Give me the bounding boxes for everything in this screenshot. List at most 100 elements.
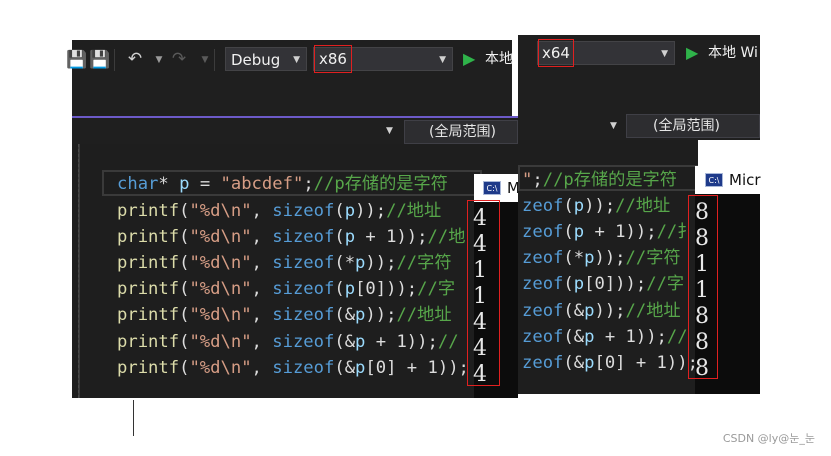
code-token: //地: [427, 227, 466, 247]
code-token: (&: [334, 358, 356, 378]
code-line: printf("%d\n", sizeof(*p));//字符: [117, 250, 452, 276]
redo-dropdown-icon[interactable]: ▼: [196, 50, 214, 70]
code-token: (&: [563, 301, 585, 321]
code-token: "%d\n": [189, 253, 252, 273]
scope-combo-x64[interactable]: (全局范围): [626, 114, 760, 138]
code-token: (*: [334, 253, 356, 273]
code-token: //字符: [396, 253, 452, 273]
run-button-label[interactable]: 本地 Wi: [708, 41, 760, 65]
code-token: p: [573, 222, 585, 242]
text-cursor-line: [133, 400, 134, 436]
code-token: printf: [117, 305, 180, 325]
play-icon[interactable]: ▶: [463, 47, 475, 71]
code-token: ,: [251, 201, 273, 221]
code-line: zeof(p[0]));//字: [522, 271, 684, 297]
console-output-line: 4: [473, 206, 487, 231]
code-token: (&: [563, 353, 585, 373]
code-line: printf("%d\n", sizeof(p + 1));//地: [117, 224, 465, 250]
code-token: //p存储的是字符: [542, 170, 677, 190]
code-token: zeof: [522, 327, 564, 347]
configuration-combo[interactable]: Debug ▼: [225, 47, 307, 71]
console-titlebar[interactable]: C:\ Micr: [695, 166, 761, 194]
run-button-label[interactable]: 本地: [485, 47, 517, 71]
console-titlebar[interactable]: C:\ Mic: [474, 174, 532, 202]
console-output-line: 8: [695, 200, 709, 225]
scope-value: (全局范围): [653, 118, 720, 134]
code-token: + 1));: [355, 227, 428, 247]
console-output-line: 1: [473, 258, 487, 283]
code-line: char* p = "abcdef";//p存储的是字符: [117, 171, 448, 197]
code-token: sizeof: [272, 279, 335, 299]
code-token: //字: [646, 274, 685, 294]
code-token: (: [179, 201, 190, 221]
console-output-line: 4: [473, 310, 487, 335]
code-token: [0]));: [584, 274, 647, 294]
code-token: printf: [117, 201, 180, 221]
code-token: (: [563, 222, 574, 242]
redo-icon[interactable]: ↷: [170, 49, 188, 69]
code-token: [0]));: [355, 279, 418, 299]
code-token: sizeof: [272, 253, 335, 273]
code-token: ));: [594, 301, 626, 321]
code-token: ;: [532, 170, 543, 190]
code-token: char: [117, 174, 159, 194]
code-token: p: [355, 332, 366, 352]
code-token: ));: [365, 305, 397, 325]
code-token: "abcdef": [220, 174, 304, 194]
code-token: zeof: [522, 301, 564, 321]
code-token: p: [573, 196, 585, 216]
console-output-line: 1: [695, 278, 709, 303]
code-token: p: [355, 253, 366, 273]
code-line: printf("%d\n", sizeof(&p + 1));//: [117, 329, 459, 355]
chevron-down-icon[interactable]: ▼: [386, 126, 393, 136]
console-output-line: 8: [695, 226, 709, 251]
code-token: "%d\n": [189, 201, 252, 221]
right-toolbar-lower-band: [518, 73, 760, 113]
code-token: zeof: [522, 222, 564, 242]
watermark: CSDN @ly@눈_눈: [722, 432, 815, 445]
console-output-line: 8: [695, 356, 709, 381]
code-line: printf("%d\n", sizeof(p[0]));//字: [117, 276, 455, 302]
code-token: zeof: [522, 274, 564, 294]
scope-value: (全局范围): [429, 124, 496, 140]
code-token: (: [179, 253, 190, 273]
platform-value: x86: [319, 50, 347, 68]
console-output-line: 4: [473, 362, 487, 387]
chevron-down-icon: ▼: [293, 55, 300, 65]
code-line: zeof(*p));//字符: [522, 245, 681, 271]
code-line: zeof(p + 1));//扌: [522, 219, 694, 245]
code-token: + 1));: [584, 222, 657, 242]
scope-combo[interactable]: (全局范围): [404, 120, 518, 144]
code-token: sizeof: [272, 358, 335, 378]
code-token: *: [158, 174, 180, 194]
code-token: //: [437, 332, 459, 352]
code-token: //字: [417, 279, 456, 299]
code-token: (&: [334, 332, 356, 352]
undo-icon[interactable]: ↶: [126, 49, 144, 69]
code-token: (: [334, 279, 345, 299]
code-token: //地址: [625, 301, 681, 321]
code-token: p: [584, 301, 595, 321]
code-token: ,: [251, 253, 273, 273]
toolbar-separator: [114, 49, 115, 71]
save-all-icon[interactable]: 💾: [66, 50, 87, 70]
chevron-down-icon[interactable]: ▼: [610, 121, 617, 131]
console-output-line: 1: [473, 284, 487, 309]
code-token: p: [344, 227, 356, 247]
code-token: printf: [117, 253, 180, 273]
code-token: "%d\n": [189, 305, 252, 325]
code-token: p: [584, 327, 595, 347]
code-token: zeof: [522, 353, 564, 373]
chevron-down-icon: ▼: [661, 49, 668, 59]
console-output-line: 4: [473, 336, 487, 361]
play-icon[interactable]: ▶: [686, 41, 698, 65]
code-token: p: [584, 248, 595, 268]
code-token: ));: [365, 253, 397, 273]
code-token: //地址: [396, 305, 452, 325]
code-token: p: [573, 274, 585, 294]
code-token: p: [179, 174, 190, 194]
code-token: (&: [334, 305, 356, 325]
code-token: (: [179, 227, 190, 247]
save-icon[interactable]: 💾: [89, 50, 110, 70]
undo-dropdown-icon[interactable]: ▼: [150, 50, 168, 70]
